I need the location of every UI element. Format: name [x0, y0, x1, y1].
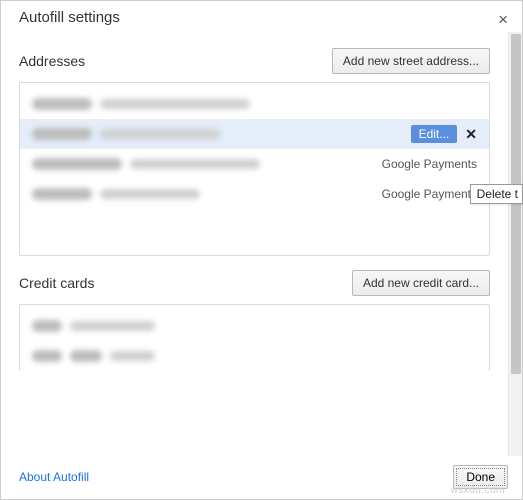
addresses-header: Addresses Add new street address... — [19, 48, 490, 74]
address-row[interactable]: Google Payments — [20, 179, 489, 209]
address-row[interactable] — [20, 89, 489, 119]
card-row[interactable] — [20, 341, 489, 371]
delete-address-icon[interactable]: ✕ — [465, 126, 477, 143]
delete-tooltip: Delete t — [470, 184, 523, 204]
address-row[interactable]: Google Payments — [20, 149, 489, 179]
add-address-button[interactable]: Add new street address... — [332, 48, 490, 74]
address-content-redacted — [32, 158, 382, 170]
address-content-redacted — [32, 128, 411, 140]
cards-list — [19, 304, 490, 371]
addresses-title: Addresses — [19, 53, 85, 69]
watermark: wsxdn.com — [450, 485, 505, 496]
close-icon[interactable]: × — [494, 9, 512, 30]
card-content-redacted — [32, 350, 477, 362]
edit-button[interactable]: Edit... — [411, 125, 458, 143]
dialog-title: Autofill settings — [19, 9, 120, 26]
scrollbar-thumb[interactable] — [511, 34, 521, 374]
address-row[interactable]: Edit... ✕ — [20, 119, 489, 149]
scroll-area: Addresses Add new street address... — [1, 32, 522, 456]
address-source-label: Google Payments — [382, 157, 477, 171]
content: Addresses Add new street address... — [1, 32, 508, 456]
addresses-list: Edit... ✕ Google Payments — [19, 82, 490, 256]
vertical-scrollbar[interactable] — [508, 32, 522, 456]
add-card-button[interactable]: Add new credit card... — [352, 270, 490, 296]
card-row[interactable] — [20, 311, 489, 341]
address-source-label: Google Payments — [382, 187, 477, 201]
dialog-footer: About Autofill Done — [1, 456, 522, 499]
autofill-dialog: Autofill settings × Addresses Add new st… — [0, 0, 523, 500]
cards-header: Credit cards Add new credit card... — [19, 270, 490, 296]
dialog-header: Autofill settings × — [1, 1, 522, 32]
address-content-redacted — [32, 188, 382, 200]
card-content-redacted — [32, 320, 477, 332]
address-content-redacted — [32, 98, 477, 110]
about-autofill-link[interactable]: About Autofill — [19, 470, 89, 484]
cards-title: Credit cards — [19, 275, 94, 291]
